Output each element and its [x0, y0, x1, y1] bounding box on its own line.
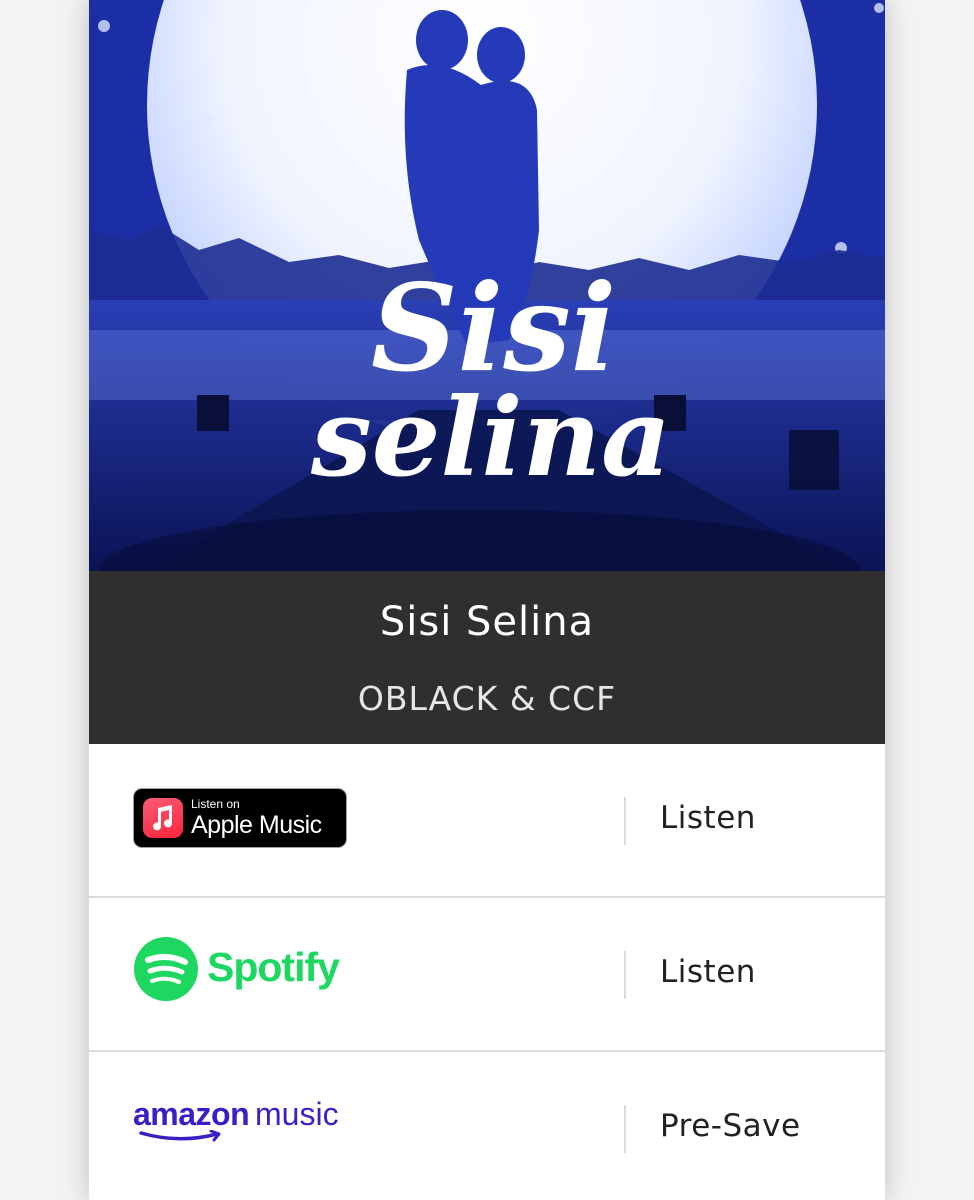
apple-badge-big-text: Apple Music: [191, 811, 322, 839]
amazon-music-logo: amazon music: [133, 1096, 363, 1146]
spotify-icon: [134, 937, 198, 1001]
apple-music-logo: Listen on Apple Music: [133, 788, 347, 848]
cover-artwork: Sisi selina: [89, 0, 885, 571]
service-row-apple-music[interactable]: Listen on Apple Music Listen: [89, 744, 885, 898]
row-divider: [624, 797, 626, 845]
row-divider: [624, 951, 626, 999]
apple-music-listen-button[interactable]: Listen: [660, 800, 756, 836]
spotify-wordmark: Spotify: [207, 944, 340, 990]
album-cover: Sisi selina: [89, 0, 885, 571]
release-title: Sisi Selina: [379, 599, 595, 645]
release-info: Sisi Selina OBLACK & CCF: [89, 571, 885, 744]
spotify-listen-button[interactable]: Listen: [660, 954, 756, 990]
row-divider: [624, 1105, 626, 1153]
amazon-wordmark: amazon: [133, 1096, 250, 1132]
music-wordmark: music: [255, 1096, 339, 1132]
amazon-smile-icon: [139, 1130, 221, 1142]
service-row-spotify[interactable]: Spotify Listen: [89, 898, 885, 1052]
smart-link-card: Sisi selina Sisi Selina OBLACK & CCF Lis…: [89, 0, 885, 1200]
apple-music-note-icon: [143, 798, 183, 838]
cover-title-line2: selina: [310, 375, 671, 501]
release-artist: OBLACK & CCF: [357, 679, 617, 718]
spotify-logo: Spotify: [133, 937, 363, 1010]
service-row-amazon-music[interactable]: amazon music Pre-Save: [89, 1052, 885, 1200]
apple-badge-small-text: Listen on: [191, 797, 240, 811]
amazon-presave-button[interactable]: Pre-Save: [660, 1108, 801, 1144]
apple-music-badge: Listen on Apple Music: [133, 788, 347, 848]
